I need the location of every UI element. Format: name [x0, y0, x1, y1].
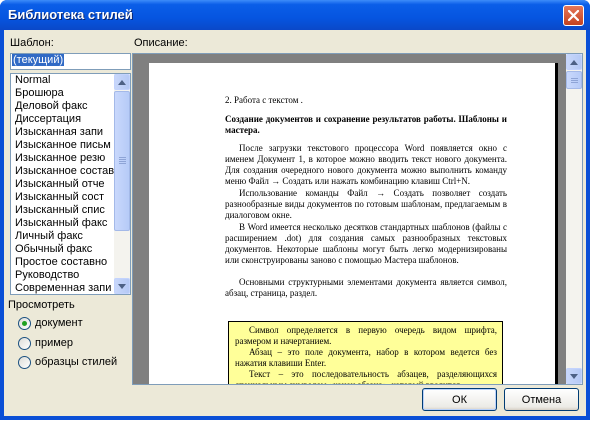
template-list-item[interactable]: Изысканный спис [11, 204, 115, 217]
preview-page: 2. Работа с текстом . Создание документо… [149, 63, 555, 385]
chevron-up-icon [118, 79, 126, 85]
title-bar[interactable]: Библиотека стилей [0, 0, 590, 30]
template-list-item[interactable]: Обычный факс [11, 243, 115, 256]
radio-style-samples[interactable]: образцы стилей [18, 355, 117, 369]
scroll-down-button[interactable] [114, 278, 130, 294]
radio-example-label: пример [35, 337, 74, 349]
box-paragraph-text: Абзац – это поле документа, набор в кото… [235, 347, 497, 368]
preview-pane: 2. Работа с текстом . Создание документо… [132, 53, 583, 385]
template-list-item[interactable]: Деловой факс [11, 100, 115, 113]
template-list-item[interactable]: Диссертация [11, 113, 115, 126]
close-button[interactable] [563, 5, 584, 26]
scroll-down-button[interactable] [566, 368, 582, 384]
template-list-item[interactable]: Простое составно [11, 256, 115, 269]
template-list-item[interactable]: Руководство [11, 269, 115, 282]
radio-document-label: документ [35, 317, 83, 329]
template-list-item[interactable]: Изысканное письм [11, 139, 115, 152]
doc-subheading: Создание документов и сохранение результ… [225, 114, 507, 135]
scroll-thumb[interactable] [114, 91, 130, 231]
radio-button[interactable] [18, 336, 31, 350]
dialog-client-area: Шаблон: (текущий) Normal Брошюра Деловой ф… [4, 30, 586, 416]
template-name-field[interactable]: (текущий) [10, 53, 131, 70]
template-list-item[interactable]: Изысканная запи [11, 126, 115, 139]
doc-paragraph-2: Использование команды Файл → Создать поз… [225, 188, 507, 220]
box-text-text: Текст – это последовательность абзацев, … [235, 369, 497, 385]
chevron-down-icon [118, 283, 126, 289]
box-symbol-text: Символ определяется в первую очередь вид… [235, 325, 497, 346]
scroll-thumb[interactable] [566, 71, 582, 89]
preview-group-label: Просмотреть [8, 299, 75, 311]
radio-style-samples-label: образцы стилей [35, 356, 118, 368]
template-label: Шаблон: [10, 37, 54, 49]
chevron-up-icon [570, 59, 578, 65]
template-list-item[interactable]: Современная запи [11, 282, 115, 294]
doc-paragraph-3: В Word имеется несколько десятков станда… [225, 222, 507, 265]
radio-document[interactable]: документ [18, 316, 83, 330]
cancel-button[interactable]: Отмена [504, 388, 579, 411]
doc-heading: 2. Работа с текстом . [225, 95, 303, 105]
template-list-item[interactable]: Изысканное состав [11, 165, 115, 178]
template-list-item[interactable]: Личный факс [11, 230, 115, 243]
chevron-down-icon [570, 373, 578, 379]
template-list-item[interactable]: Normal [11, 74, 115, 87]
doc-paragraph-4: Основными структурными элементами докуме… [225, 277, 507, 298]
template-list-item[interactable]: Изысканный сост [11, 191, 115, 204]
style-gallery-dialog: Библиотека стилей Шаблон: (текущий) Norm… [0, 0, 590, 420]
template-list[interactable]: Normal Брошюра Деловой факс Диссертация Изыс… [10, 73, 131, 295]
radio-example[interactable]: пример [18, 336, 73, 350]
template-list-item[interactable]: Изысканный факс [11, 217, 115, 230]
template-list-item[interactable]: Изысканное резю [11, 152, 115, 165]
template-items: Normal Брошюра Деловой факс Диссертация Изыс… [11, 74, 130, 294]
template-list-item[interactable]: Изысканный отче [11, 178, 115, 191]
ok-button[interactable]: ОК [422, 388, 497, 411]
scroll-up-button[interactable] [566, 54, 582, 70]
template-name-value: (текущий) [12, 54, 65, 66]
highlighted-box: Символ определяется в первую очередь вид… [228, 321, 503, 385]
window-title: Библиотека стилей [8, 7, 133, 22]
scroll-up-button[interactable] [114, 74, 130, 90]
doc-paragraph-1: После загрузки текстового процессора Wor… [225, 143, 507, 186]
preview-scrollbar[interactable] [566, 54, 582, 384]
description-label: Описание: [134, 37, 188, 49]
radio-button[interactable] [18, 355, 31, 369]
close-icon [568, 10, 579, 21]
template-list-item[interactable]: Брошюра [11, 87, 115, 100]
template-list-scrollbar[interactable] [114, 74, 130, 294]
radio-button-selected[interactable] [18, 316, 31, 330]
